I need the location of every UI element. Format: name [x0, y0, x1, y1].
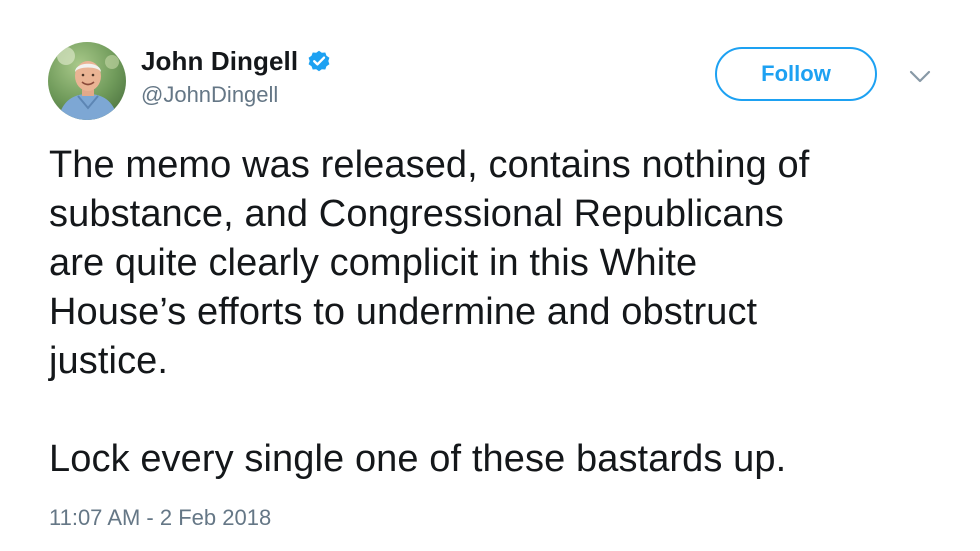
handle[interactable]: @JohnDingell: [141, 82, 332, 108]
tweet-text-line: The memo was released, contains nothing …: [49, 144, 810, 186]
tweet-text-line: justice.: [49, 340, 169, 382]
tweet-text: The memo was released, contains nothing …: [49, 141, 949, 484]
tweet-text-line: substance, and Congressional Republicans: [49, 193, 784, 235]
paragraph-spacer: [49, 386, 949, 435]
timestamp-link[interactable]: 11:07 AM - 2 Feb 2018: [49, 505, 271, 531]
follow-button[interactable]: Follow: [715, 47, 877, 101]
tweet-text-line: Lock every single one of these bastards …: [49, 438, 787, 480]
avatar[interactable]: [48, 42, 126, 120]
profile-photo-icon: [48, 42, 126, 120]
name-row: John Dingell: [141, 44, 332, 78]
chevron-down-icon: [909, 70, 931, 83]
display-name[interactable]: John Dingell: [141, 46, 298, 77]
tweet-text-line: House’s efforts to undermine and obstruc…: [49, 291, 758, 333]
tweet-text-line: are quite clearly complicit in this Whit…: [49, 242, 698, 284]
more-options-button[interactable]: [905, 66, 935, 88]
tweet-card: John Dingell @JohnDingell Follow The mem…: [0, 0, 980, 551]
author-block[interactable]: John Dingell @JohnDingell: [141, 44, 332, 108]
verified-badge-icon: [306, 48, 332, 74]
